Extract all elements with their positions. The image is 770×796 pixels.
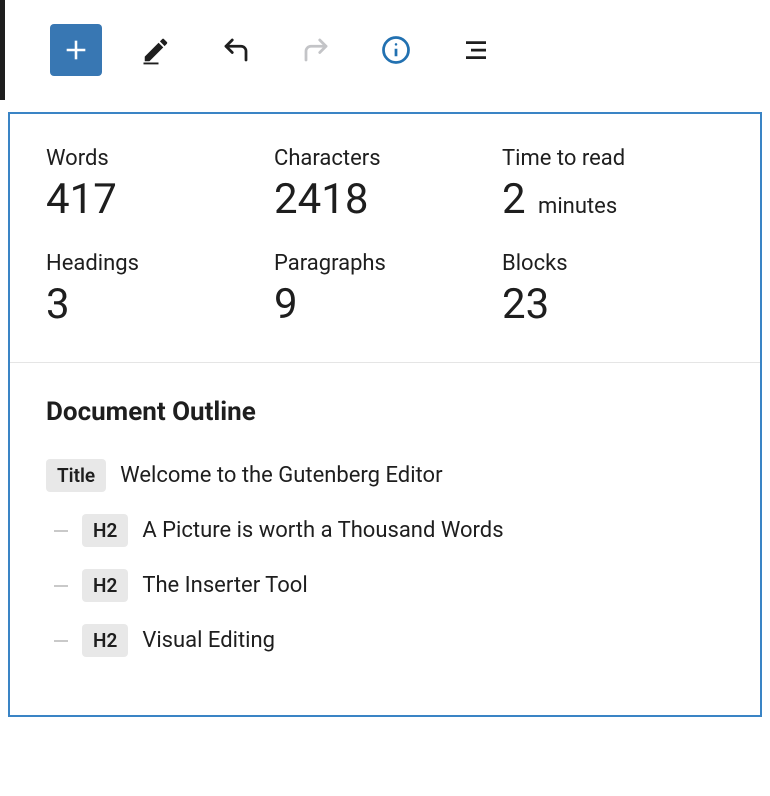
undo-icon [221,35,251,65]
details-button[interactable] [370,24,422,76]
window-edge [0,0,5,100]
plus-icon [62,36,90,64]
outline-icon [461,35,491,65]
stat-paragraphs: Paragraphs 9 [274,251,496,326]
heading-badge: H2 [82,624,128,657]
stat-time-to-read: Time to read 2 minutes [502,146,724,221]
document-outline: Document Outline Title Welcome to the Gu… [10,363,760,657]
stat-headings: Headings 3 [46,251,268,326]
outline-item-h2[interactable]: H2 The Inserter Tool [54,569,724,602]
add-block-button[interactable] [50,24,102,76]
outline-text: A Picture is worth a Thousand Words [142,518,503,543]
outline-item-h2[interactable]: H2 A Picture is worth a Thousand Words [54,514,724,547]
stat-label: Blocks [502,251,724,276]
tree-dash-icon [54,640,68,642]
outline-text: Welcome to the Gutenberg Editor [120,463,442,488]
heading-badge: H2 [82,569,128,602]
tools-button[interactable] [130,24,182,76]
heading-badge: H2 [82,514,128,547]
stat-characters: Characters 2418 [274,146,496,221]
stat-label: Paragraphs [274,251,496,276]
pencil-icon [141,35,171,65]
stats-grid: Words 417 Characters 2418 Time to read 2… [10,114,760,363]
tree-dash-icon [54,585,68,587]
list-view-button[interactable] [450,24,502,76]
tree-dash-icon [54,530,68,532]
info-icon [381,35,411,65]
stat-value: 2 minutes [502,179,724,221]
undo-button[interactable] [210,24,262,76]
stat-value: 23 [502,284,724,326]
stat-label: Headings [46,251,268,276]
stat-value: 417 [46,179,268,221]
outline-text: The Inserter Tool [142,573,307,598]
stat-value: 9 [274,284,496,326]
stat-blocks: Blocks 23 [502,251,724,326]
outline-item-title[interactable]: Title Welcome to the Gutenberg Editor [46,459,724,492]
stat-value: 3 [46,284,268,326]
heading-badge: Title [46,459,106,492]
redo-icon [301,35,331,65]
outline-item-h2[interactable]: H2 Visual Editing [54,624,724,657]
stat-value: 2418 [274,179,496,221]
redo-button[interactable] [290,24,342,76]
stat-label: Words [46,146,268,171]
details-panel: Words 417 Characters 2418 Time to read 2… [8,112,762,717]
stat-label: Characters [274,146,496,171]
stat-label: Time to read [502,146,724,171]
editor-toolbar [0,0,770,100]
stat-words: Words 417 [46,146,268,221]
stat-unit: minutes [538,194,617,219]
outline-heading: Document Outline [46,397,724,427]
stat-number: 2 [502,175,526,224]
outline-text: Visual Editing [142,628,275,653]
